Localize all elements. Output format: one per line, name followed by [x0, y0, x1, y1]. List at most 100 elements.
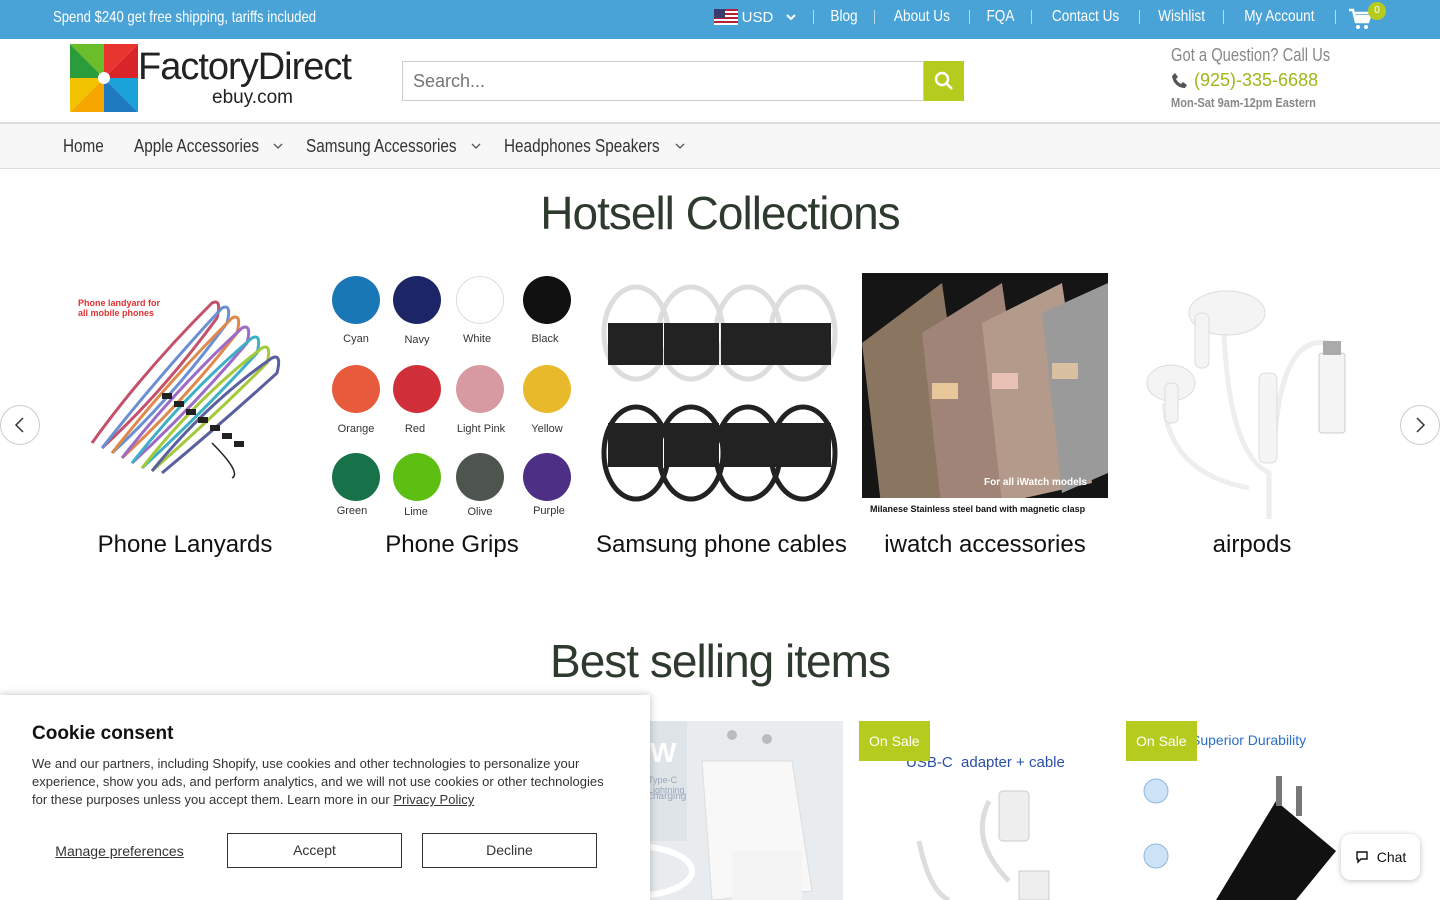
divider [874, 10, 876, 24]
swatch [393, 453, 441, 501]
product-card[interactable]: On Sale USB-C adapter + cable [859, 721, 1125, 900]
product-badge-text: W [650, 737, 677, 768]
cookie-actions: Manage preferences Accept Decline [32, 833, 617, 868]
decline-button[interactable]: Decline [422, 833, 597, 868]
phone-link[interactable]: (925)-335-6688 [1171, 70, 1365, 91]
chat-button[interactable]: Chat [1341, 834, 1420, 880]
search-button[interactable] [924, 61, 964, 101]
link-blog[interactable]: Blog [819, 8, 870, 26]
collection-title[interactable]: Phone Grips [329, 531, 575, 559]
chat-label: Chat [1376, 849, 1407, 865]
grips-image: Cyan Navy White Black Orange Red Light P… [329, 273, 575, 519]
swatch [456, 276, 504, 324]
divider [1031, 10, 1033, 24]
swatch [523, 453, 571, 501]
swatch [332, 453, 380, 501]
carousel-prev-button[interactable] [0, 405, 40, 445]
swatch [393, 276, 441, 324]
divider [969, 10, 971, 24]
nav-samsung-accessories[interactable]: Samsung Accessories [306, 136, 481, 157]
swatch-label: Olive [467, 506, 493, 518]
link-fqa[interactable]: FQA [975, 8, 1027, 26]
phone-number: (925)-335-6688 [1194, 70, 1319, 90]
product-image-label: Superior Durability [1191, 732, 1307, 748]
privacy-policy-link[interactable]: Privacy Policy [393, 792, 474, 807]
collection-card[interactable]: Phone landyard for all mobile phones Pho… [62, 273, 308, 559]
chevron-down-icon [786, 14, 797, 21]
chevron-down-icon [675, 143, 685, 149]
nav-apple-accessories[interactable]: Apple Accessories [134, 136, 283, 157]
link-contact-us[interactable]: Contact Us [1040, 8, 1131, 26]
chevron-down-icon [273, 143, 283, 149]
lanyard-image-caption: Phone landyard for all mobile phones [78, 298, 161, 318]
link-my-account[interactable]: My Account [1233, 8, 1327, 26]
best-selling-title: Best selling items [550, 635, 891, 687]
link-about-us[interactable]: About Us [882, 8, 962, 26]
currency-selector[interactable]: USD [713, 8, 814, 26]
collection-title[interactable]: airpods [1129, 531, 1375, 559]
link-wishlist[interactable]: Wishlist [1146, 8, 1217, 26]
cookie-consent-banner: Cookie consent We and our partners, incl… [0, 695, 650, 900]
hotsell-title: Hotsell Collections [540, 187, 900, 239]
nav-headphones-speakers[interactable]: Headphones Speakers [504, 136, 685, 157]
chevron-down-icon [471, 143, 481, 149]
collection-card[interactable]: Samsung phone cables [596, 273, 847, 559]
swatch [456, 365, 504, 413]
product-badge-text: charging [648, 791, 687, 802]
nav-home[interactable]: Home [63, 136, 111, 157]
divider [1335, 10, 1336, 24]
swatch [523, 365, 571, 413]
divider [813, 10, 815, 24]
main-nav: Home Apple Accessories Samsung Accessori… [0, 123, 1440, 169]
nav-samsung-label: Samsung Accessories [306, 135, 457, 156]
cables-image [596, 273, 842, 519]
chevron-right-icon [1416, 417, 1426, 433]
iwatch-image: For all iWatch models Milanese Stainless… [862, 273, 1108, 519]
accept-button[interactable]: Accept [227, 833, 402, 868]
cookie-text: We and our partners, including Shopify, … [32, 755, 618, 809]
chevron-left-icon [14, 417, 24, 433]
swatch [456, 453, 504, 501]
currency-label: USD [741, 8, 774, 26]
swatch-label: Yellow [531, 423, 563, 435]
cart-count-badge: 0 [1368, 2, 1386, 20]
on-sale-badge: On Sale [859, 721, 930, 761]
divider [1139, 10, 1141, 24]
swatch [393, 365, 441, 413]
chat-bubble-icon [1356, 851, 1368, 864]
airpods-image [1129, 273, 1375, 519]
site-logo[interactable]: FactoryDirect ebuy.com [70, 44, 370, 114]
site-header: FactoryDirect ebuy.com Got a Question? C… [0, 39, 1440, 123]
collection-title[interactable]: Phone Lanyards [62, 531, 308, 559]
collection-title[interactable]: iwatch accessories [862, 531, 1108, 559]
swatch-label: Black [531, 333, 559, 345]
earbuds-illustration [1146, 290, 1346, 519]
collection-title[interactable]: Samsung phone cables [596, 531, 847, 559]
nav-home-label: Home [63, 135, 104, 156]
watch-image-caption-2: Milanese Stainless steel band with magne… [870, 504, 1086, 514]
phone-icon [1172, 72, 1187, 88]
contact-info: Got a Question? Call Us (925)-335-6688 M… [1171, 45, 1365, 110]
collection-card[interactable]: airpods [1129, 273, 1375, 559]
search-input[interactable] [402, 61, 924, 101]
carousel-next-button[interactable] [1400, 405, 1440, 445]
logo-text: FactoryDirect [138, 46, 352, 88]
nav-headphones-label: Headphones Speakers [504, 135, 660, 156]
divider [1223, 10, 1225, 24]
collection-card[interactable]: For all iWatch models Milanese Stainless… [862, 273, 1108, 559]
watch-image-caption-1: For all iWatch models [984, 477, 1087, 488]
cookie-title: Cookie consent [32, 723, 174, 744]
on-sale-badge: On Sale [1126, 721, 1197, 761]
hours-text: Mon-Sat 9am-12pm Eastern [1171, 95, 1316, 110]
cookie-body-text: We and our partners, including Shopify, … [32, 756, 604, 807]
us-flag-icon [713, 9, 738, 25]
top-nav: USD Blog About Us FQA Contact Us Wishlis… [713, 8, 1336, 26]
manage-preferences-button[interactable]: Manage preferences [32, 843, 207, 859]
cables-illustration [601, 284, 838, 502]
swatch [523, 276, 571, 324]
question-text: Got a Question? Call Us [1171, 45, 1331, 65]
logo-subtext: ebuy.com [212, 87, 293, 108]
swatch-label: Purple [533, 505, 565, 517]
collection-card[interactable]: Cyan Navy White Black Orange Red Light P… [329, 273, 575, 559]
promo-text: Spend $240 get free shipping, tariffs in… [53, 9, 317, 26]
